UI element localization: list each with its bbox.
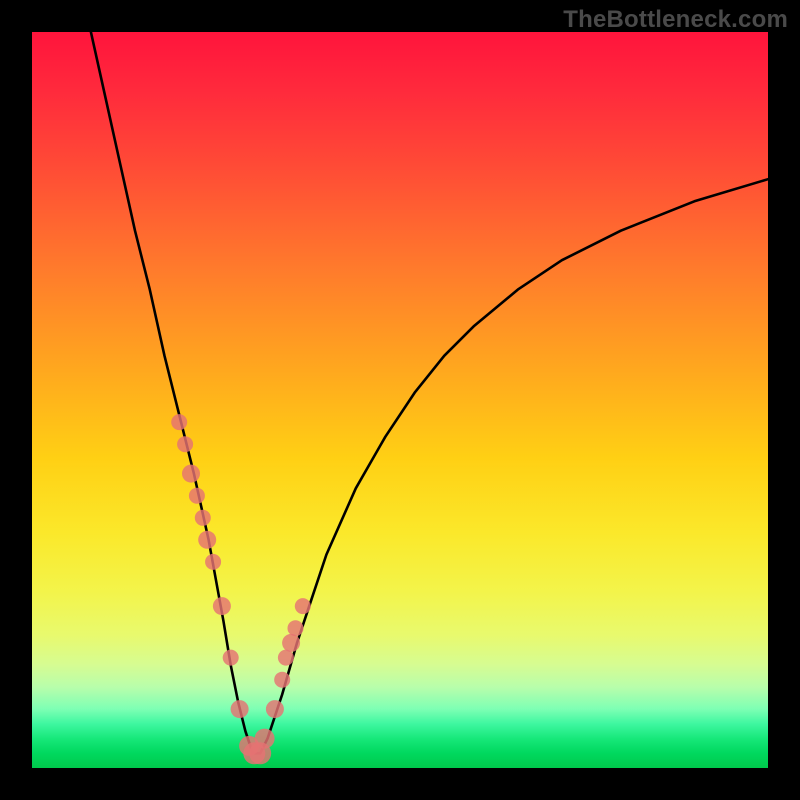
measurement-dots bbox=[171, 414, 311, 764]
chart-plot-area bbox=[32, 32, 768, 768]
bottleneck-curve bbox=[91, 32, 768, 753]
attribution-text: TheBottleneck.com bbox=[563, 6, 788, 34]
bottleneck-curve-svg bbox=[32, 32, 768, 768]
outer-frame: TheBottleneck.com bbox=[0, 0, 800, 800]
